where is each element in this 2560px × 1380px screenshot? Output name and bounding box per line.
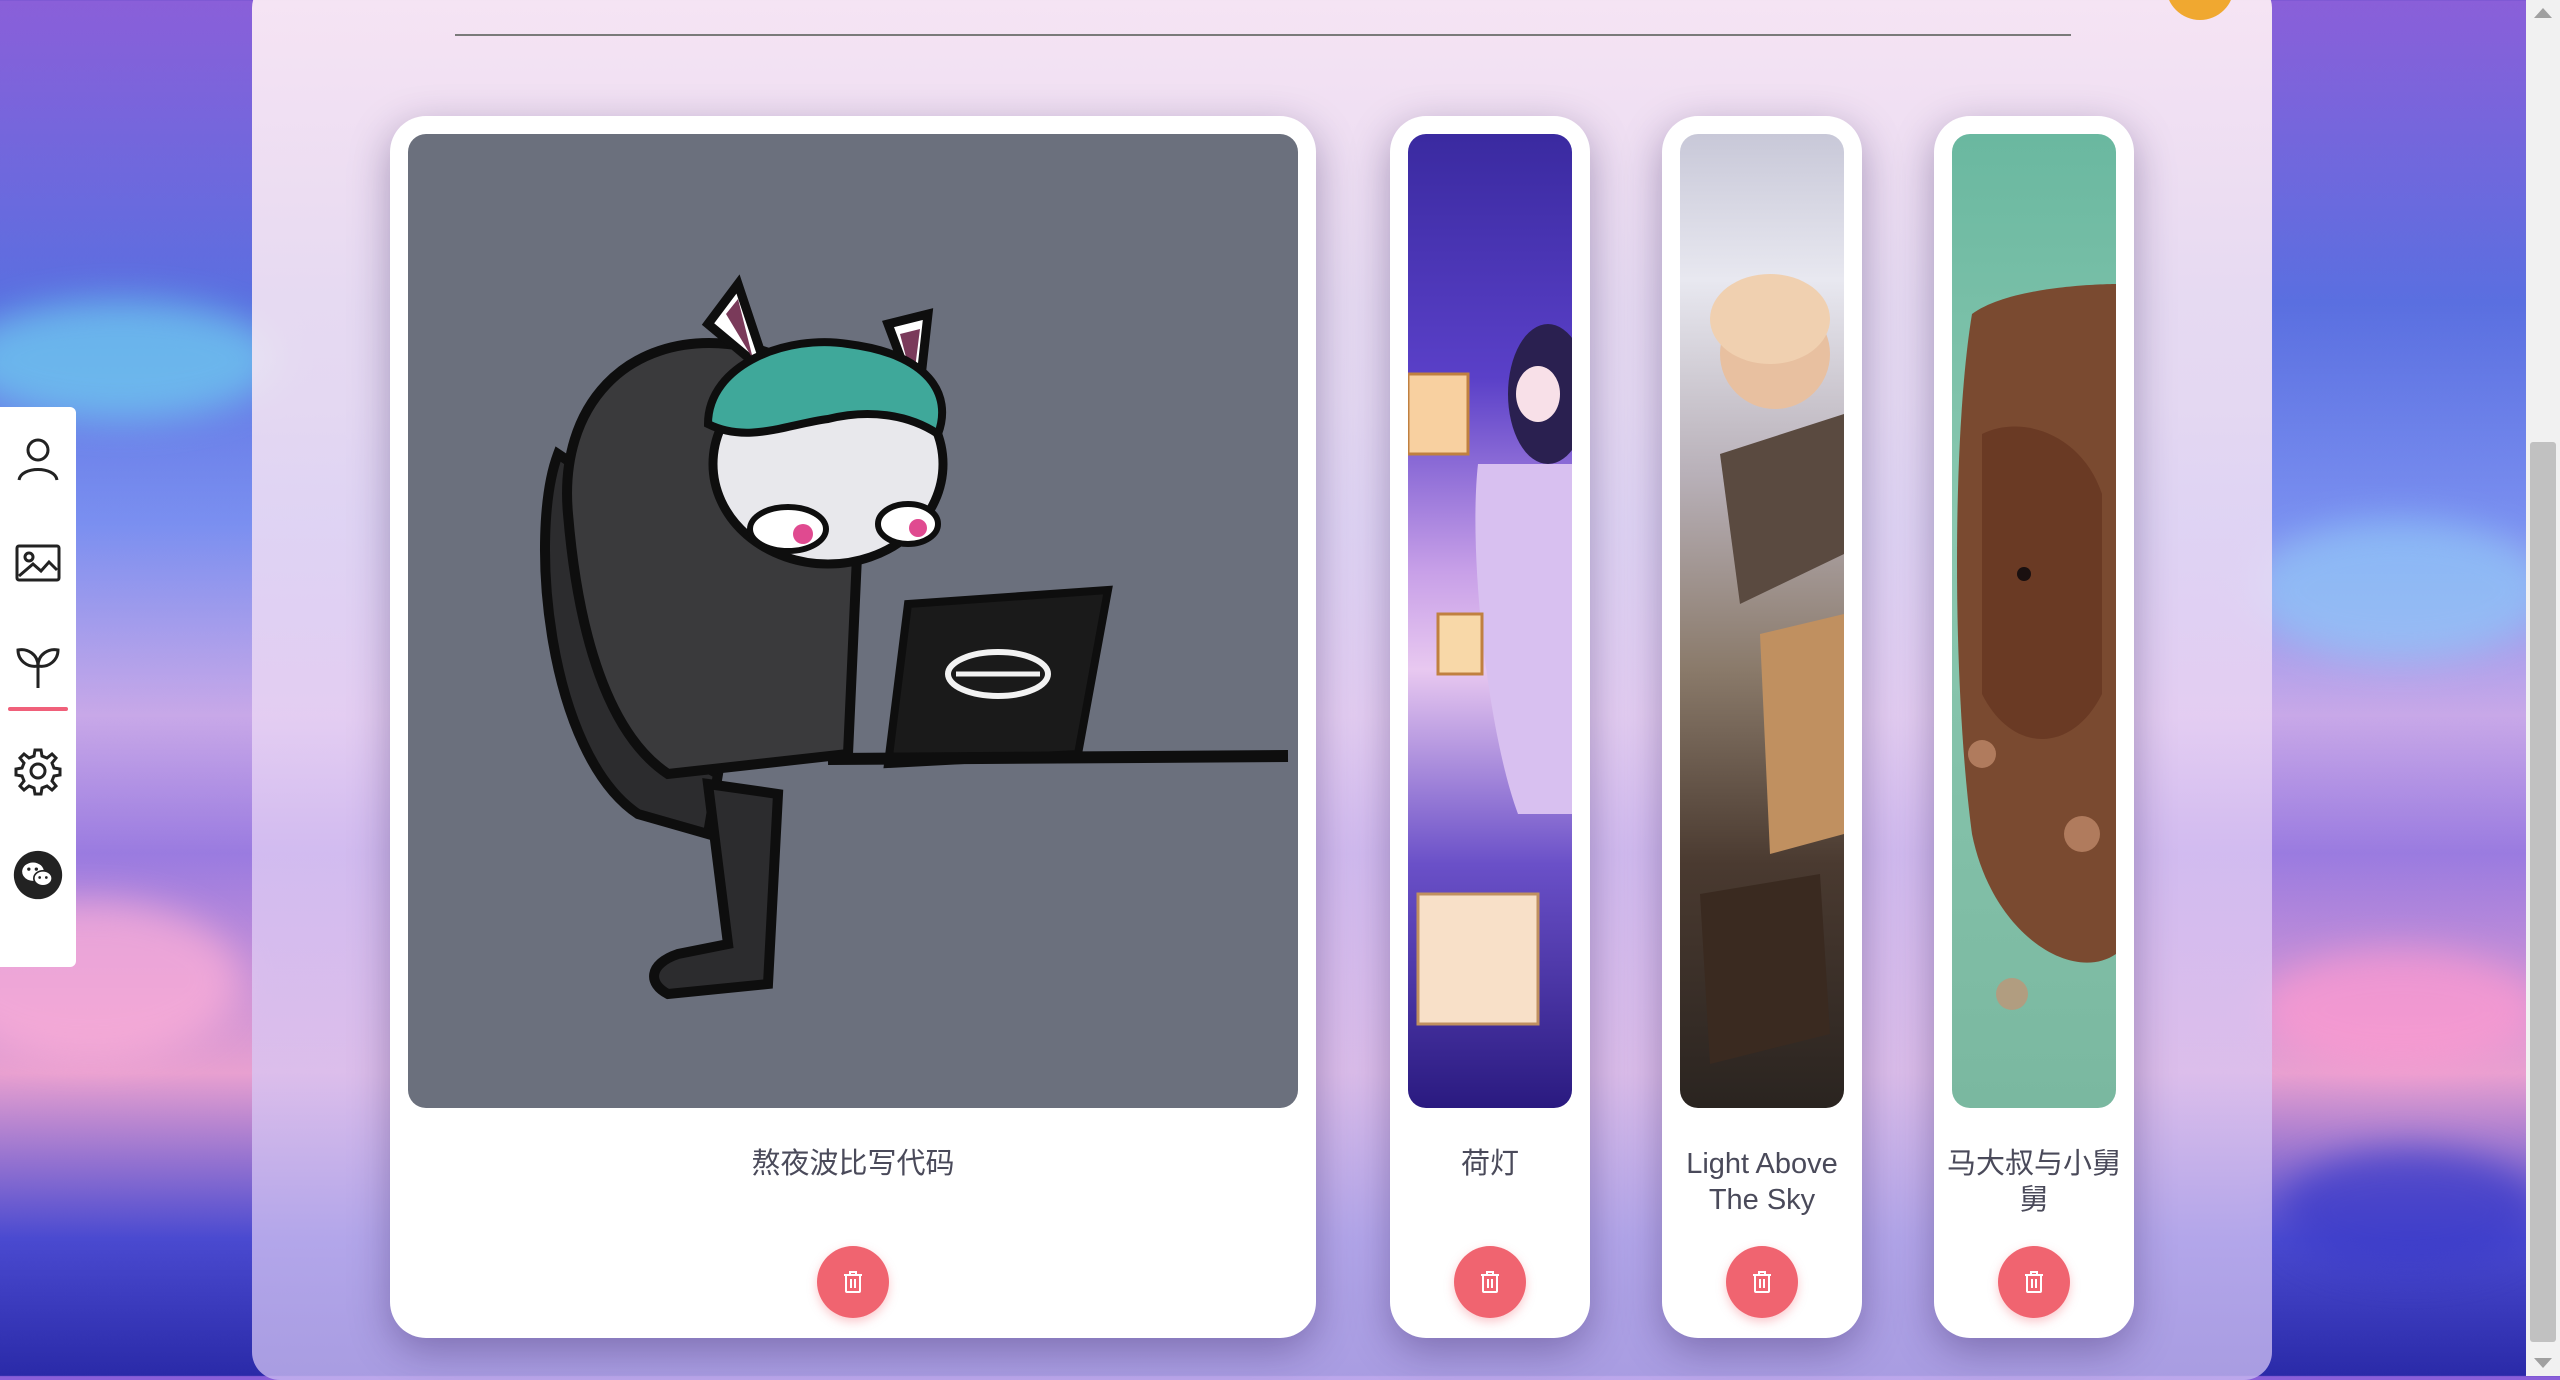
card-title: Light Above The Sky <box>1686 1148 1838 1216</box>
delete-button[interactable] <box>1454 1246 1526 1318</box>
image-icon <box>15 544 61 582</box>
scroll-thumb[interactable] <box>2530 442 2556 1342</box>
sidebar-item-gallery[interactable] <box>0 511 76 615</box>
gallery-card[interactable]: Light Above The Sky <box>1662 116 1862 1338</box>
card-image[interactable] <box>1952 134 2116 1108</box>
trash-icon <box>844 1271 862 1293</box>
scrollbar[interactable] <box>2526 0 2560 1376</box>
card-image[interactable] <box>1680 134 1844 1108</box>
gallery-card[interactable]: 荷灯 <box>1390 116 1590 1338</box>
sidebar-item-settings[interactable] <box>0 719 76 823</box>
gallery-card[interactable]: 熬夜波比写代码 <box>390 116 1316 1338</box>
light-above-the-sky-illustration <box>1700 274 1844 1064</box>
trash-icon <box>1753 1271 1771 1293</box>
delete-button[interactable] <box>1726 1246 1798 1318</box>
gear-icon <box>14 748 62 796</box>
bison-poster-illustration <box>1957 284 2116 1010</box>
card-title: 马大叔与小舅舅 <box>1946 1148 2121 1216</box>
scroll-down-arrow[interactable] <box>2534 1358 2552 1368</box>
delete-button[interactable] <box>817 1246 889 1318</box>
card-image[interactable] <box>408 134 1298 1108</box>
gallery-card[interactable]: 马大叔与小舅舅 <box>1934 116 2134 1338</box>
lantern-girl-illustration <box>1408 324 1572 1026</box>
wechat-icon <box>13 850 63 900</box>
card-title: 熬夜波比写代码 <box>751 1148 955 1180</box>
sidebar <box>0 407 76 967</box>
card-image[interactable] <box>1408 134 1572 1108</box>
trash-icon <box>1481 1271 1499 1293</box>
sidebar-item-sprout[interactable] <box>0 615 76 719</box>
user-icon <box>17 438 59 481</box>
sprout-icon <box>16 648 60 688</box>
scroll-up-arrow[interactable] <box>2534 8 2552 18</box>
delete-button[interactable] <box>1998 1246 2070 1318</box>
sidebar-item-wechat[interactable] <box>0 823 76 927</box>
cat-coding-illustration <box>539 274 1289 1000</box>
sidebar-item-user[interactable] <box>0 407 76 511</box>
trash-icon <box>2025 1271 2043 1293</box>
card-title: 荷灯 <box>1460 1148 1519 1180</box>
divider <box>455 34 2071 36</box>
